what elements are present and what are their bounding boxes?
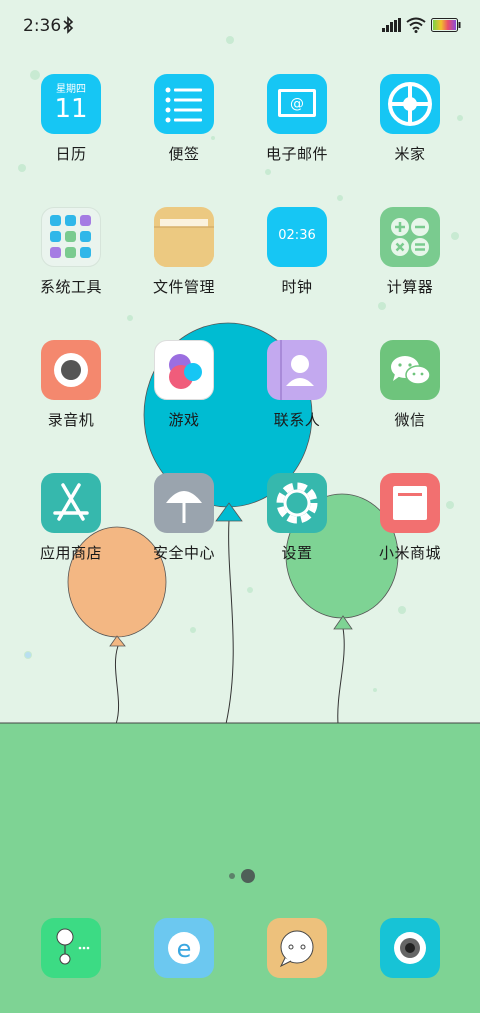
clock-digital-text: 02:36 bbox=[278, 228, 316, 243]
calculator-icon bbox=[380, 207, 440, 267]
signal-icon bbox=[382, 18, 401, 32]
email-icon: @ bbox=[267, 74, 327, 134]
app-label: 小米商城 bbox=[378, 544, 441, 562]
tools-folder-icon bbox=[41, 207, 101, 267]
wechat-icon bbox=[380, 340, 440, 400]
messages-icon bbox=[279, 930, 314, 968]
umbrella-icon bbox=[154, 473, 214, 533]
wifi-icon bbox=[406, 17, 426, 33]
notes-list-icon bbox=[154, 74, 214, 134]
dock-phone[interactable] bbox=[41, 918, 101, 978]
app-label: 录音机 bbox=[47, 411, 95, 429]
phone-icon bbox=[56, 928, 90, 965]
gear-icon bbox=[267, 473, 327, 533]
app-label: 游戏 bbox=[168, 411, 200, 429]
app-label: 应用商店 bbox=[39, 544, 102, 562]
contacts-icon bbox=[267, 340, 327, 400]
app-label: 时钟 bbox=[281, 278, 313, 296]
camera-icon bbox=[394, 932, 426, 964]
app-label: 计算器 bbox=[386, 278, 434, 296]
app-label: 设置 bbox=[281, 544, 313, 562]
dock-browser[interactable]: e bbox=[154, 918, 214, 978]
svg-text:@: @ bbox=[290, 96, 304, 112]
recorder-icon bbox=[41, 340, 101, 400]
mijia-icon bbox=[380, 74, 440, 134]
app-label: 日历 bbox=[55, 145, 87, 163]
svg-text:e: e bbox=[177, 935, 192, 963]
mistore-icon bbox=[380, 473, 440, 533]
calendar-date: 11 bbox=[54, 94, 88, 124]
browser-icon: e bbox=[168, 932, 200, 964]
dock-messages[interactable] bbox=[267, 918, 327, 978]
appstore-icon bbox=[41, 473, 101, 533]
app-label: 电子邮件 bbox=[265, 145, 328, 163]
dock-camera[interactable] bbox=[380, 918, 440, 978]
app-label: 文件管理 bbox=[152, 278, 215, 296]
page-indicator[interactable] bbox=[226, 866, 258, 886]
status-bar: 2:36 bbox=[0, 0, 480, 52]
folder-icon bbox=[154, 207, 214, 267]
app-label: 微信 bbox=[394, 411, 426, 429]
calendar-icon: 星期四 11 bbox=[41, 74, 101, 134]
status-time: 2:36 bbox=[23, 16, 62, 36]
calendar-weekday: 星期四 bbox=[56, 84, 86, 95]
page-dot-active bbox=[241, 869, 255, 883]
app-label: 联系人 bbox=[273, 411, 321, 429]
app-label: 便签 bbox=[168, 145, 200, 163]
app-label: 安全中心 bbox=[152, 544, 215, 562]
bluetooth-icon bbox=[63, 16, 74, 34]
app-label: 米家 bbox=[394, 145, 426, 163]
page-dot bbox=[229, 873, 235, 879]
games-icon bbox=[154, 340, 214, 400]
battery-icon bbox=[431, 18, 461, 32]
app-label: 系统工具 bbox=[39, 278, 102, 296]
home-screen: 2:36 星期四 11 日历 便签 @ 电子邮件 米家 系统工具 文件管理 02… bbox=[0, 0, 480, 1013]
clock-icon: 02:36 bbox=[267, 207, 327, 267]
